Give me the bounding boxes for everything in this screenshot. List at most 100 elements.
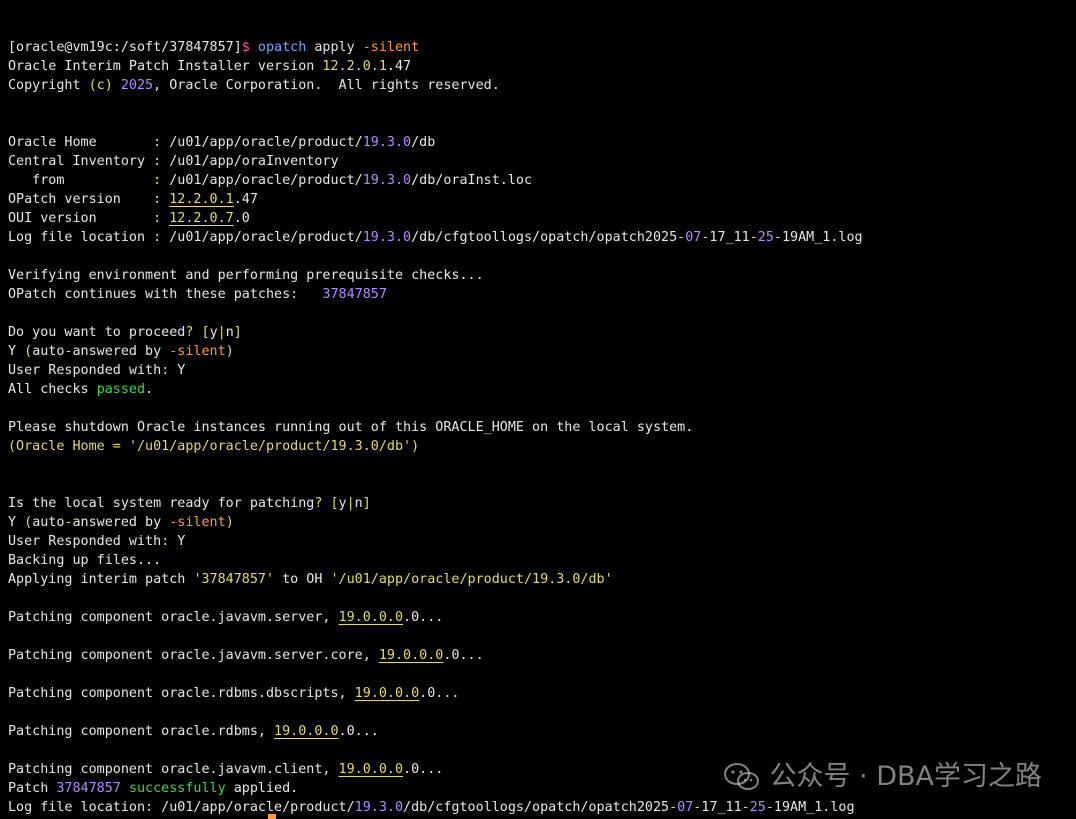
terminal-text: Applying interim patch <box>8 572 194 587</box>
terminal-text: /db <box>411 135 436 150</box>
terminal-text: 19.3.0 <box>362 173 412 188</box>
terminal-text: .0... <box>403 762 444 777</box>
terminal-text: /db/oraInst.loc <box>411 173 533 188</box>
terminal-text: successfully <box>128 781 226 796</box>
terminal-text: Is the local system ready for patching <box>8 496 315 511</box>
terminal-text: -silent <box>169 344 226 359</box>
terminal-text: '/u01/app/oracle/product/19.3.0/db' <box>128 439 412 454</box>
terminal-text: -silent <box>169 515 226 530</box>
terminal-text: 12.2.0.1 <box>322 59 387 74</box>
terminal-text: Patching component oracle.javavm.server.… <box>8 648 379 663</box>
terminal-text: [oracle@vm19c:/soft/37847857] <box>8 40 242 55</box>
terminal-text: OUI version <box>8 211 154 226</box>
watermark: 公众号 · DBA学习之路 <box>723 761 1042 793</box>
terminal-text: '37847857' <box>193 572 275 587</box>
terminal-text: - <box>64 515 73 530</box>
terminal-text: 12.2.0.7 <box>169 211 234 226</box>
terminal-text: .0... <box>443 648 484 663</box>
terminal-text: ] <box>362 496 371 511</box>
terminal-line: Log file location : /u01/app/oracle/prod… <box>8 228 1076 247</box>
terminal-text: 12.2.0.1 <box>169 192 234 207</box>
terminal-text: 19.3.0 <box>362 230 412 245</box>
terminal-line: OPatch version : 12.2.0.1.47 <box>8 190 1076 209</box>
terminal-text: [ <box>330 496 339 511</box>
wechat-icon <box>724 763 760 790</box>
terminal-text: .47 <box>386 59 412 74</box>
terminal-text: Log file location <box>8 800 146 815</box>
terminal-text: 19.0.0.0 <box>274 724 339 739</box>
terminal-window[interactable]: [oracle@vm19c:/soft/37847857]$ opatch ap… <box>0 0 1076 819</box>
terminal-output: [oracle@vm19c:/soft/37847857]$ opatch ap… <box>8 38 1076 819</box>
terminal-text: Oracle Home <box>8 135 154 150</box>
terminal-text: : <box>153 192 162 207</box>
terminal-text: 19.0.0.0 <box>338 762 404 777</box>
terminal-text: auto <box>32 515 65 530</box>
terminal-line: All checks passed. <box>8 380 1076 399</box>
terminal-text: : <box>153 154 162 169</box>
terminal-line: Do you want to proceed? [y|n] <box>8 323 1076 342</box>
terminal-text: ] <box>233 325 242 340</box>
terminal-text: auto <box>32 344 65 359</box>
terminal-text: /u01/app/oracle/product/ <box>153 800 355 815</box>
terminal-line: User Responded with: Y <box>8 532 1076 551</box>
terminal-text: 19.0.0.0 <box>378 648 444 663</box>
terminal-text: Backing up files... <box>8 553 162 568</box>
terminal-text: Y <box>169 363 186 378</box>
terminal-text: 17_11 <box>701 800 742 815</box>
terminal-text: - <box>64 344 73 359</box>
terminal-line: Patching component oracle.rdbms, 19.0.0.… <box>8 722 1076 741</box>
terminal-text: 25 <box>749 800 766 815</box>
terminal-line: Y (auto-answered by -silent) <box>8 513 1076 532</box>
terminal-text: Patching component oracle.rdbms, <box>8 724 275 739</box>
terminal-text: /u01/app/oraInventory <box>161 154 339 169</box>
terminal-text: Y <box>8 344 25 359</box>
terminal-line: (Oracle Home = '/u01/app/oracle/product/… <box>8 437 1076 456</box>
terminal-text: - <box>677 230 686 245</box>
terminal-text: -silent <box>362 40 420 55</box>
terminal-text: : <box>145 800 154 815</box>
terminal-text: - <box>741 800 750 815</box>
terminal-line: Log file location: /u01/app/oracle/produ… <box>8 798 1076 817</box>
terminal-line: Patching component oracle.javavm.server,… <box>8 608 1076 627</box>
terminal-text: y <box>209 325 218 340</box>
terminal-text: answered by <box>72 515 170 530</box>
terminal-line: OUI version : 12.2.0.7.0 <box>8 209 1076 228</box>
terminal-text: .0... <box>338 724 379 739</box>
terminal-text: | <box>346 496 355 511</box>
terminal-text: 25 <box>757 230 774 245</box>
terminal-text: - <box>773 230 782 245</box>
terminal-text: : <box>153 135 162 150</box>
terminal-line: Y (auto-answered by -silent) <box>8 342 1076 361</box>
terminal-text: User Responded with <box>8 363 162 378</box>
terminal-text: /u01/app/oracle/product/ <box>161 230 363 245</box>
terminal-text: ( <box>24 344 33 359</box>
terminal-text: Patch <box>8 781 57 796</box>
terminal-line: Patching component oracle.rdbms.dbscript… <box>8 684 1076 703</box>
terminal-text: apply <box>306 40 363 55</box>
terminal-text: ( <box>24 515 33 530</box>
terminal-text: opatch <box>257 40 307 55</box>
terminal-text: User Responded with <box>8 534 162 549</box>
terminal-text: : <box>153 173 162 188</box>
terminal-text: 19.3.0 <box>362 135 412 150</box>
terminal-text: (Oracle Home = <box>8 439 129 454</box>
terminal-line: Copyright (c) 2025, Oracle Corporation. … <box>8 76 1076 95</box>
terminal-text: .47 <box>233 192 258 207</box>
terminal-text: Do you want to proceed <box>8 325 186 340</box>
terminal-text: [ <box>201 325 210 340</box>
terminal-text: to OH <box>274 572 331 587</box>
terminal-text: . <box>145 382 154 397</box>
terminal-text: 37847857 <box>322 287 387 302</box>
terminal-text: 19AM_1.log <box>773 800 855 815</box>
terminal-line: Oracle Interim Patch Installer version 1… <box>8 57 1076 76</box>
terminal-line: Patching component oracle.javavm.server.… <box>8 646 1076 665</box>
